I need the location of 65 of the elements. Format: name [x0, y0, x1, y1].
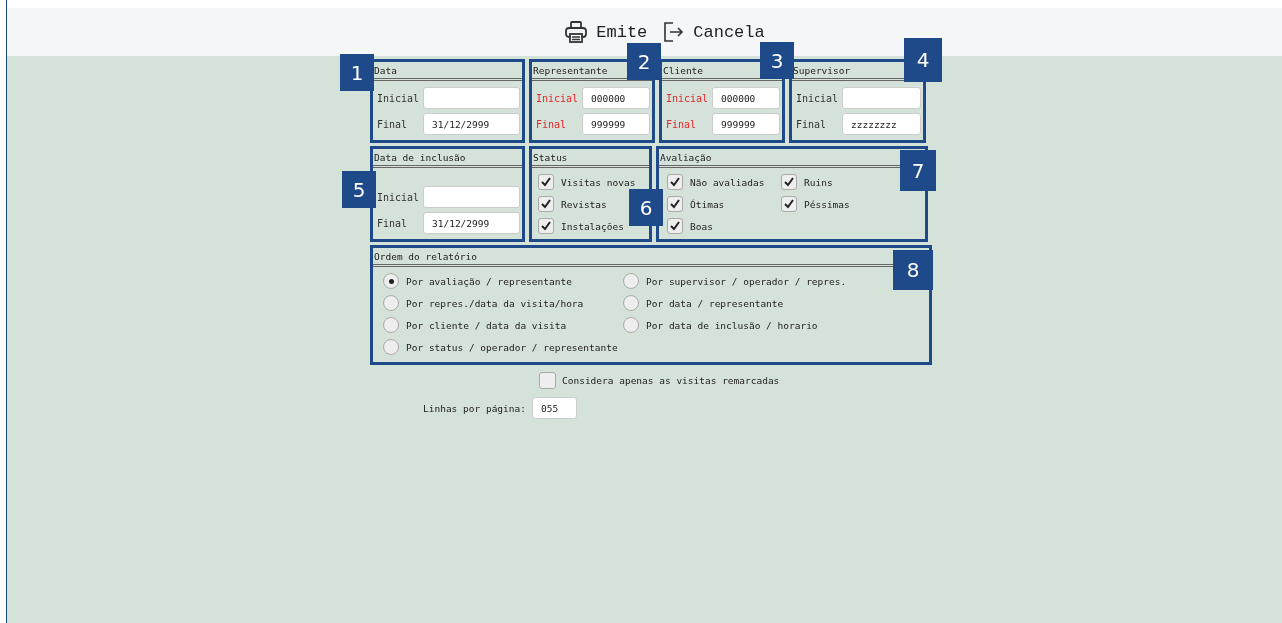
number-badge: 2 — [627, 43, 661, 80]
checkbox[interactable] — [539, 372, 556, 389]
radio-button[interactable] — [623, 317, 639, 333]
radio-button[interactable] — [623, 273, 639, 289]
radio-label: Por repres./data da visita/hora — [406, 297, 584, 309]
checkbox-label: Revistas — [561, 198, 607, 210]
number-badge: 6 — [629, 189, 663, 226]
field-label: Final — [796, 118, 828, 130]
checkbox[interactable] — [538, 196, 554, 212]
input-field[interactable]: zzzzzzzz — [842, 113, 921, 135]
checkbox-label: Não avaliadas — [690, 176, 765, 188]
radio-label: Por cliente / data da visita — [406, 319, 567, 331]
input-field[interactable]: 055 — [531, 397, 577, 419]
input-field[interactable]: 000000 — [582, 87, 650, 109]
number-badge: 5 — [342, 171, 376, 208]
field-label: Final — [666, 118, 698, 130]
emit-button[interactable]: Emite — [564, 18, 648, 46]
number-badge: 4 — [904, 38, 942, 82]
radio-label: Por supervisor / operador / repres. — [646, 275, 847, 287]
field-label: Final — [377, 217, 409, 229]
radio-label: Por data de inclusão / horario — [646, 319, 818, 331]
checkbox-label: Instalações — [561, 220, 624, 232]
field-label: Inicial — [796, 92, 840, 104]
radio-button[interactable] — [623, 295, 639, 311]
field-label: Inicial — [377, 92, 421, 104]
checkbox[interactable] — [667, 174, 683, 190]
checkbox[interactable] — [667, 218, 683, 234]
input-field[interactable]: 31/12/2999 — [423, 212, 520, 234]
checkbox-label: Visitas novas — [561, 176, 636, 188]
field-label: Final — [377, 118, 409, 130]
radio-button[interactable] — [383, 317, 399, 333]
radio-label: Por data / representante — [646, 297, 784, 309]
input-field[interactable] — [423, 186, 520, 208]
field-label: Inicial — [536, 92, 580, 104]
checkbox-label: Ruins — [804, 176, 833, 188]
input-field[interactable]: 000000 — [712, 87, 780, 109]
checkbox-label: Ótimas — [690, 198, 725, 210]
checkbox[interactable] — [667, 196, 683, 212]
checkbox[interactable] — [538, 174, 554, 190]
panel-title: Data de inclusão — [373, 149, 522, 168]
panel-title: Status — [532, 149, 649, 168]
printer-icon — [564, 20, 589, 44]
checkbox[interactable] — [538, 218, 554, 234]
checkbox-label: Considera apenas as visitas remarcadas — [562, 375, 780, 386]
number-badge: 1 — [340, 54, 374, 91]
checkbox[interactable] — [781, 196, 797, 212]
exit-icon — [661, 20, 686, 44]
field-label: Inicial — [377, 191, 421, 203]
checkbox-label: Boas — [690, 220, 713, 232]
field-label: Final — [536, 118, 568, 130]
checkbox[interactable] — [781, 174, 797, 190]
input-field[interactable]: 999999 — [582, 113, 650, 135]
radio-button[interactable] — [383, 339, 399, 355]
checkbox-label: Péssimas — [804, 198, 850, 210]
input-field[interactable]: 31/12/2999 — [423, 113, 520, 135]
radio-label: Por avaliação / representante — [406, 275, 572, 287]
input-field[interactable] — [423, 87, 520, 109]
field-label: Linhas por página: — [423, 402, 526, 414]
field-label: Inicial — [666, 92, 710, 104]
radio-button[interactable] — [383, 295, 399, 311]
input-field[interactable] — [842, 87, 921, 109]
radio-label: Por status / operador / representante — [406, 341, 618, 353]
number-badge: 3 — [760, 42, 794, 79]
input-field[interactable]: 999999 — [712, 113, 780, 135]
radio-button[interactable] — [383, 273, 399, 289]
